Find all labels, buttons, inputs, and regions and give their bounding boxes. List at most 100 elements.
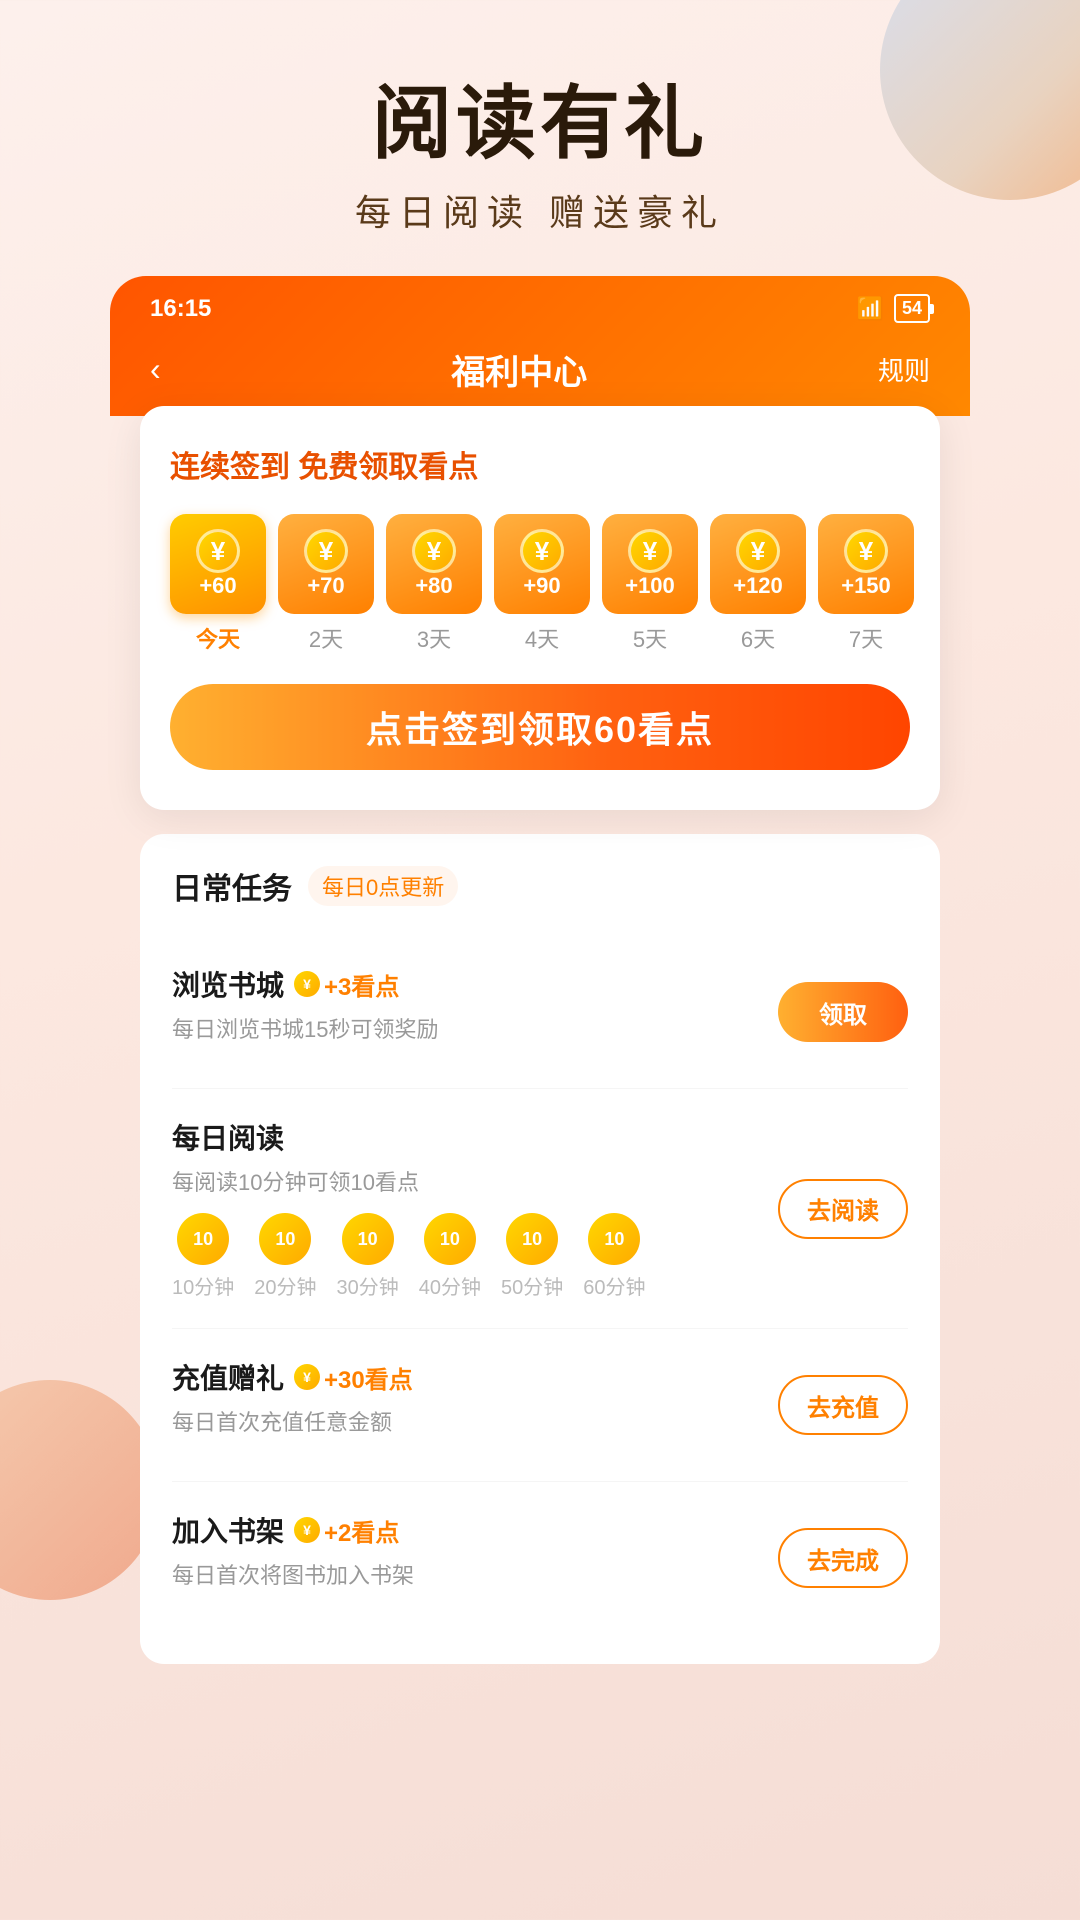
progress-label: 40分钟 [419, 1271, 481, 1300]
progress-item: 10 50分钟 [501, 1213, 563, 1300]
reward-coin-icon: ¥ [294, 1517, 320, 1543]
day-label: 3天 [417, 622, 451, 654]
progress-coin: 10 [177, 1213, 229, 1265]
progress-label: 30分钟 [337, 1271, 399, 1300]
reading-progress: 10 10分钟 10 20分钟 10 30分钟 10 40分钟 [172, 1213, 778, 1300]
nav-bar: ‹ 福利中心 规则 [150, 335, 930, 416]
task-name: 加入书架 [172, 1510, 284, 1550]
task-info: 每日阅读 每阅读10分钟可领10看点 10 10分钟 10 20分钟 10 30… [172, 1117, 778, 1300]
progress-label: 20分钟 [254, 1271, 316, 1300]
yen-symbol: ¥ [736, 529, 780, 573]
coin-amount: +90 [523, 573, 560, 599]
tasks-title: 日常任务 [172, 864, 292, 908]
tasks-list: 浏览书城 ¥ +3看点 每日浏览书城15秒可领奖励 领取 每日阅读 每阅读10分… [172, 936, 908, 1634]
task-name: 每日阅读 [172, 1117, 284, 1157]
task-reward: ¥ +3看点 [294, 967, 399, 1002]
task-name-row: 每日阅读 [172, 1117, 778, 1157]
coin-box: ¥ +120 [710, 514, 806, 614]
yen-symbol: ¥ [520, 529, 564, 573]
day-label: 4天 [525, 622, 559, 654]
coin-box: ¥ +70 [278, 514, 374, 614]
task-button[interactable]: 去完成 [778, 1528, 908, 1588]
task-item: 充值赠礼 ¥ +30看点 每日首次充值任意金额 去充值 [172, 1329, 908, 1482]
task-button[interactable]: 去充值 [778, 1375, 908, 1435]
main-title: 阅读有礼 [0, 80, 1080, 168]
coin-amount: +150 [841, 573, 891, 599]
coin-amount: +80 [415, 573, 452, 599]
signin-card: 连续签到 免费领取看点 ¥ +60 今天 ¥ +70 2天 ¥ +80 3天 ¥… [140, 406, 940, 810]
progress-coin: 10 [588, 1213, 640, 1265]
sub-title: 每日阅读 赠送豪礼 [0, 184, 1080, 236]
rule-button[interactable]: 规则 [878, 351, 930, 388]
tasks-header: 日常任务 每日0点更新 [172, 864, 908, 908]
progress-item: 10 40分钟 [419, 1213, 481, 1300]
task-button[interactable]: 去阅读 [778, 1179, 908, 1239]
task-name: 浏览书城 [172, 964, 284, 1004]
task-info: 浏览书城 ¥ +3看点 每日浏览书城15秒可领奖励 [172, 964, 778, 1060]
coin-box: ¥ +60 [170, 514, 266, 614]
task-desc: 每日浏览书城15秒可领奖励 [172, 1012, 778, 1044]
day-label: 6天 [741, 622, 775, 654]
yen-symbol: ¥ [304, 529, 348, 573]
progress-coin: 10 [506, 1213, 558, 1265]
task-desc: 每日首次充值任意金额 [172, 1405, 778, 1437]
battery-indicator: 54 [894, 294, 930, 323]
task-name-row: 加入书架 ¥ +2看点 [172, 1510, 778, 1550]
progress-coin: 10 [342, 1213, 394, 1265]
wifi-icon: 📶 [857, 296, 884, 322]
coin-amount: +70 [307, 573, 344, 599]
coin-amount: +120 [733, 573, 783, 599]
day-label: 2天 [309, 622, 343, 654]
yen-symbol: ¥ [196, 529, 240, 573]
task-item: 浏览书城 ¥ +3看点 每日浏览书城15秒可领奖励 领取 [172, 936, 908, 1089]
phone-mockup: 16:15 📶 54 ‹ 福利中心 规则 连续签到 免费领取看点 ¥ +60 今… [110, 276, 970, 1748]
progress-item: 10 60分钟 [583, 1213, 645, 1300]
progress-item: 10 10分钟 [172, 1213, 234, 1300]
task-button[interactable]: 领取 [778, 982, 908, 1042]
phone-header: 16:15 📶 54 ‹ 福利中心 规则 [110, 276, 970, 416]
task-desc: 每阅读10分钟可领10看点 [172, 1165, 778, 1197]
coin-box: ¥ +150 [818, 514, 914, 614]
status-bar: 16:15 📶 54 [150, 294, 930, 323]
back-button[interactable]: ‹ [150, 351, 161, 388]
progress-label: 50分钟 [501, 1271, 563, 1300]
task-item: 每日阅读 每阅读10分钟可领10看点 10 10分钟 10 20分钟 10 30… [172, 1089, 908, 1329]
yen-symbol: ¥ [628, 529, 672, 573]
status-right: 📶 54 [857, 294, 930, 323]
signin-button[interactable]: 点击签到领取60看点 [170, 684, 910, 770]
coin-box: ¥ +100 [602, 514, 698, 614]
coin-box: ¥ +90 [494, 514, 590, 614]
day-item: ¥ +60 今天 [170, 514, 266, 654]
task-item: 加入书架 ¥ +2看点 每日首次将图书加入书架 去完成 [172, 1482, 908, 1634]
reward-coin-icon: ¥ [294, 1364, 320, 1390]
status-time: 16:15 [150, 295, 211, 323]
tasks-section: 日常任务 每日0点更新 浏览书城 ¥ +3看点 每日浏览书城15秒可领奖励 领取 [140, 834, 940, 1664]
day-item: ¥ +150 7天 [818, 514, 914, 654]
day-item: ¥ +70 2天 [278, 514, 374, 654]
progress-coin: 10 [424, 1213, 476, 1265]
task-info: 加入书架 ¥ +2看点 每日首次将图书加入书架 [172, 1510, 778, 1606]
day-label: 5天 [633, 622, 667, 654]
day-item: ¥ +90 4天 [494, 514, 590, 654]
progress-item: 10 30分钟 [337, 1213, 399, 1300]
signin-header: 连续签到 免费领取看点 [170, 442, 910, 486]
day-label: 今天 [196, 622, 240, 654]
progress-item: 10 20分钟 [254, 1213, 316, 1300]
coin-amount: +60 [199, 573, 236, 599]
progress-coin: 10 [259, 1213, 311, 1265]
task-info: 充值赠礼 ¥ +30看点 每日首次充值任意金额 [172, 1357, 778, 1453]
reward-coin-icon: ¥ [294, 971, 320, 997]
day-label: 7天 [849, 622, 883, 654]
page-header: 阅读有礼 每日阅读 赠送豪礼 [0, 0, 1080, 276]
task-reward: ¥ +30看点 [294, 1360, 413, 1395]
nav-title: 福利中心 [451, 345, 587, 394]
progress-label: 10分钟 [172, 1271, 234, 1300]
task-name-row: 充值赠礼 ¥ +30看点 [172, 1357, 778, 1397]
task-reward: ¥ +2看点 [294, 1513, 399, 1548]
days-row: ¥ +60 今天 ¥ +70 2天 ¥ +80 3天 ¥ +90 4天 [170, 514, 910, 654]
tasks-subtitle: 每日0点更新 [308, 866, 458, 906]
coin-box: ¥ +80 [386, 514, 482, 614]
task-name: 充值赠礼 [172, 1357, 284, 1397]
yen-symbol: ¥ [844, 529, 888, 573]
progress-label: 60分钟 [583, 1271, 645, 1300]
